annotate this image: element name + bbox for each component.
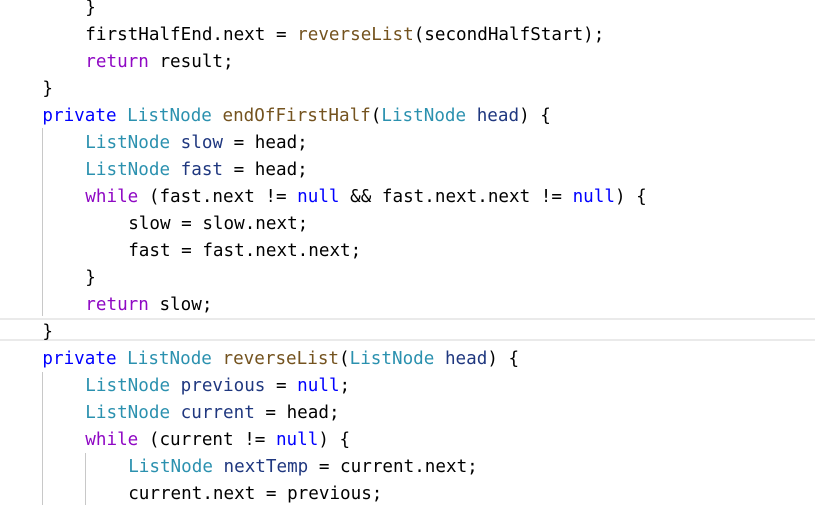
code-line[interactable]: while (fast.next != null && fast.next.ne… (85, 184, 646, 211)
code-token: nextTemp (223, 456, 309, 477)
code-token: } (42, 321, 53, 342)
code-line[interactable]: return slow; (85, 292, 212, 319)
code-token: ( (370, 105, 382, 126)
code-token: = current.next; (308, 456, 478, 477)
code-token: return (85, 294, 149, 315)
code-token: current (180, 402, 255, 423)
code-token: null (572, 186, 615, 207)
code-token: endOfFirstHalf (222, 105, 371, 126)
code-token: = head; (223, 132, 308, 153)
code-token: = head; (254, 402, 340, 423)
code-token: reverseList (297, 24, 414, 45)
code-line[interactable]: } (42, 319, 53, 346)
code-token: ; (339, 375, 351, 396)
code-token: private (42, 348, 117, 369)
indent-guide (42, 372, 43, 505)
code-token: while (85, 186, 139, 207)
code-line[interactable]: slow = slow.next; (128, 211, 308, 238)
code-token: } (85, 0, 96, 18)
code-line[interactable]: } (85, 0, 96, 22)
code-token: } (42, 78, 53, 99)
code-line[interactable]: ListNode fast = head; (85, 157, 307, 184)
code-token: } (85, 267, 96, 288)
code-token: result; (148, 51, 234, 72)
code-token: ListNode (349, 348, 435, 369)
code-token: ) { (519, 105, 551, 126)
code-line[interactable]: ListNode current = head; (85, 400, 339, 427)
code-token: ListNode (85, 375, 171, 396)
code-token: ListNode (127, 348, 212, 369)
code-token: ) { (318, 429, 351, 450)
code-token: ListNode (85, 402, 171, 423)
code-token: head (476, 105, 520, 126)
code-token: firstHalfEnd.next = (85, 24, 298, 45)
code-token: head (444, 348, 488, 369)
current-line-highlight (0, 318, 815, 341)
code-token: return (85, 51, 149, 72)
code-token: ListNode (127, 105, 212, 126)
code-token: ) { (487, 348, 520, 369)
code-token: null (275, 429, 319, 450)
code-token: slow; (148, 294, 213, 315)
code-token: = (265, 375, 298, 396)
code-line[interactable]: while (current != null) { (85, 427, 350, 454)
code-token: (secondHalfStart); (413, 24, 605, 45)
code-token: previous (180, 375, 266, 396)
code-line[interactable]: ListNode slow = head; (85, 130, 307, 157)
code-line[interactable]: private ListNode endOfFirstHalf(ListNode… (42, 103, 550, 130)
code-token: && fast.next.next != (339, 186, 573, 207)
code-line[interactable]: ListNode nextTemp = current.next; (128, 454, 478, 481)
code-token: current.next = previous; (128, 483, 383, 504)
code-line[interactable]: fast = fast.next.next; (128, 238, 361, 265)
code-token: null (297, 375, 340, 396)
indent-guide (42, 128, 43, 316)
code-token: ( (339, 348, 350, 369)
code-token: null (297, 186, 340, 207)
code-token: ListNode (381, 105, 467, 126)
code-line[interactable]: } (42, 76, 53, 103)
code-line[interactable]: firstHalfEnd.next = reverseList(secondHa… (85, 22, 604, 49)
code-token: fast (180, 159, 224, 180)
code-editor[interactable]: } firstHalfEnd.next = reverseList(secondH… (0, 0, 815, 505)
code-token: ) { (614, 186, 647, 207)
code-token: ListNode (85, 132, 171, 153)
code-line[interactable]: return result; (85, 49, 233, 76)
code-token: ListNode (128, 456, 213, 477)
code-token: slow = slow.next; (128, 213, 309, 234)
code-line[interactable]: ListNode previous = null; (85, 373, 350, 400)
code-token: (current != (138, 429, 276, 450)
code-token: = head; (223, 159, 308, 180)
code-token: ListNode (85, 159, 171, 180)
code-token: slow (180, 132, 224, 153)
code-token: (fast.next != (138, 186, 298, 207)
code-token: fast = fast.next.next; (128, 240, 362, 261)
code-line[interactable]: } (85, 265, 96, 292)
code-token: private (42, 105, 117, 126)
indent-guide (85, 453, 86, 505)
code-token: reverseList (222, 348, 340, 369)
code-token: while (85, 429, 139, 450)
code-line[interactable]: private ListNode reverseList(ListNode he… (42, 346, 519, 373)
code-line[interactable]: current.next = previous; (128, 481, 382, 508)
